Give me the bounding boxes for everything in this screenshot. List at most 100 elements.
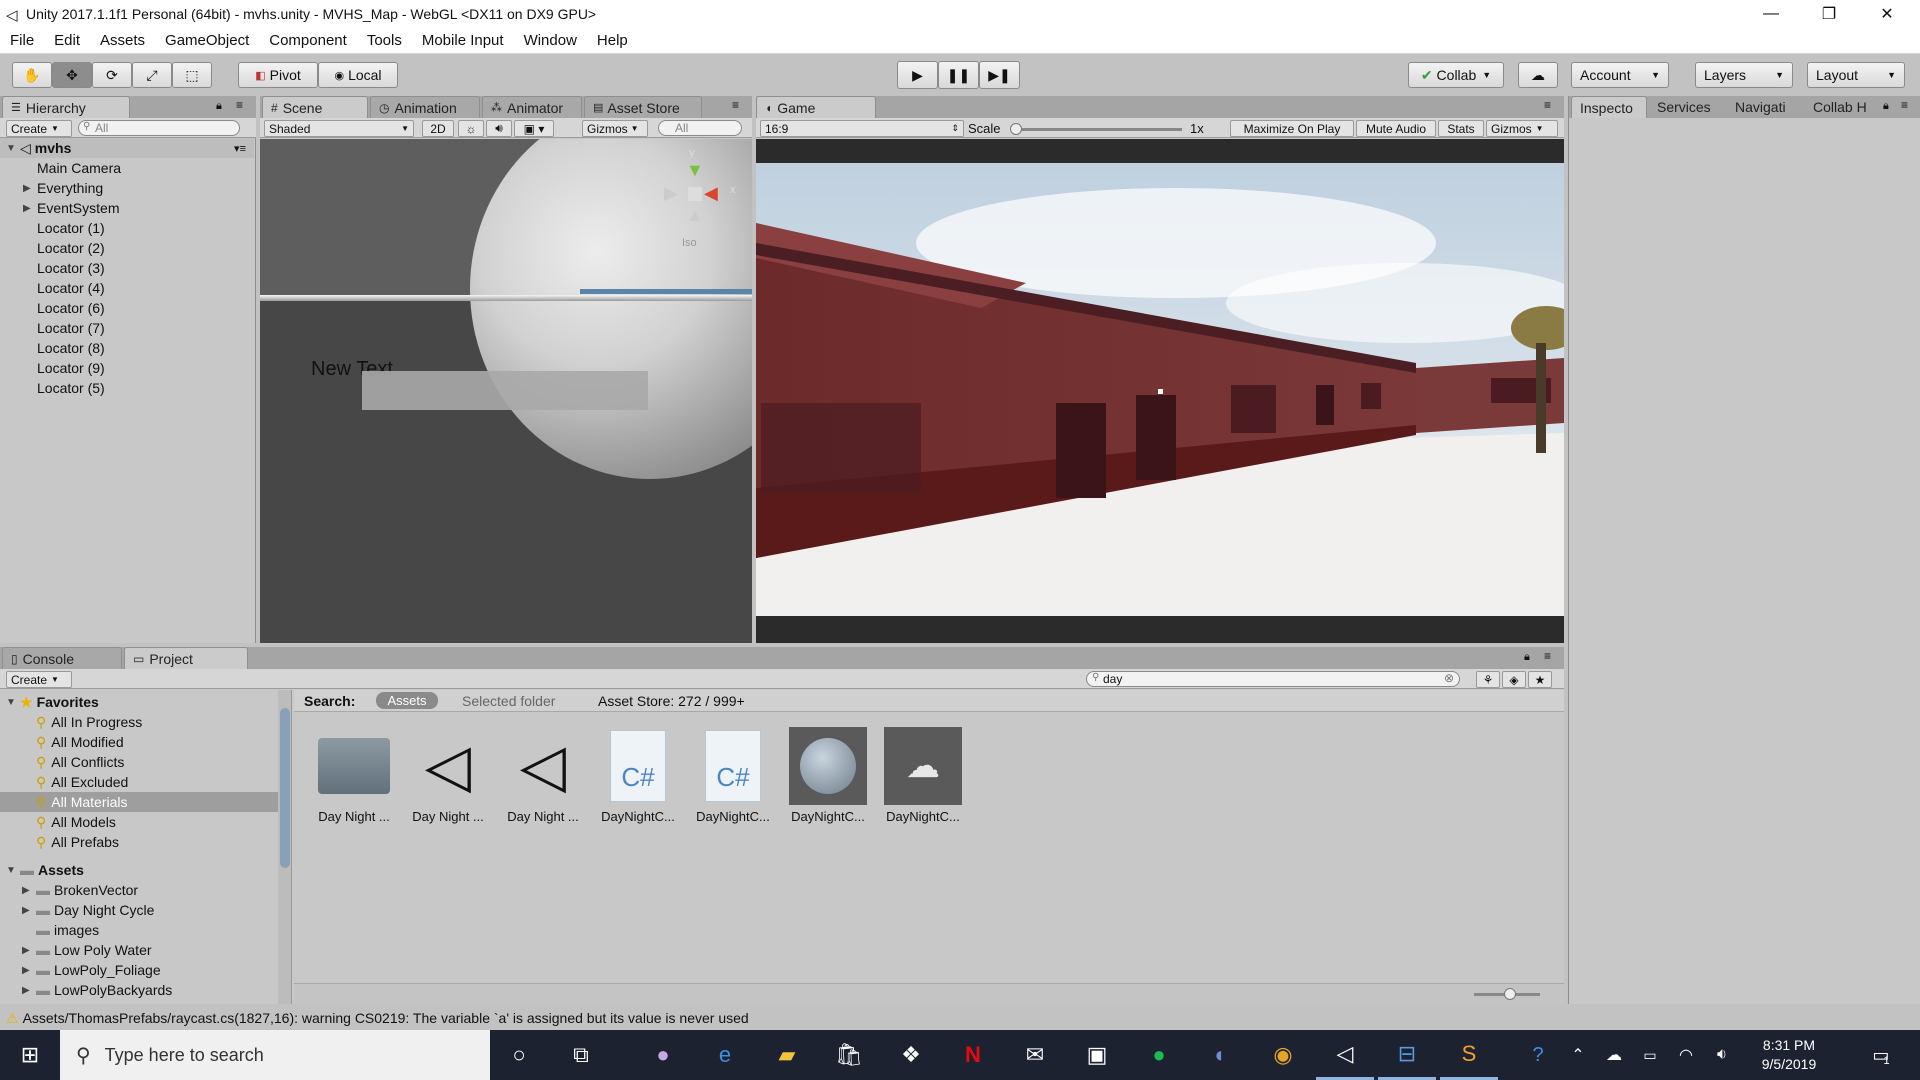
tab-services[interactable]: Services — [1649, 96, 1725, 118]
rect-tool-button[interactable]: ⬚ — [172, 62, 212, 88]
hierarchy-create-button[interactable]: Create ▼ — [6, 120, 72, 137]
asset-item[interactable]: DayNightC... — [784, 727, 872, 824]
triangle-right-icon[interactable]: ▶ — [22, 945, 36, 956]
toggle-2d-button[interactable]: 2D — [422, 120, 454, 137]
scope-folder-button[interactable]: Selected folder — [462, 693, 555, 709]
assets-folder[interactable]: ▶ ▬ LowPoly_Foliage — [22, 960, 161, 980]
asset-store-count[interactable]: Asset Store: 272 / 999+ — [598, 693, 745, 709]
aspect-select[interactable]: 16:9 ⇕ — [760, 120, 964, 137]
panel-menu-icon[interactable]: ≡ — [1544, 98, 1551, 112]
spotify-icon[interactable]: ● — [1130, 1030, 1188, 1080]
menu-file[interactable]: File — [0, 32, 44, 49]
hierarchy-item[interactable]: Locator (3) — [0, 258, 254, 278]
assets-folder[interactable]: ▶ ▬ Day Night Cycle — [22, 900, 154, 920]
lock-icon[interactable]: 🔒︎ — [1883, 100, 1889, 113]
notification-icon[interactable]: ▭ 1 — [1852, 1030, 1910, 1080]
network-app-icon[interactable]: ⊟ — [1378, 1030, 1436, 1080]
favorites-item[interactable]: ⚲ All Models — [36, 812, 116, 832]
cortana-icon[interactable]: ○ — [490, 1030, 548, 1080]
favorites-item[interactable]: ⚲ All Excluded — [36, 772, 128, 792]
iso-label[interactable]: Iso — [682, 237, 697, 249]
help-icon[interactable]: ? — [1518, 1030, 1558, 1080]
asset-item[interactable]: C# DayNightC... — [594, 727, 682, 824]
scale-slider-track[interactable] — [1012, 128, 1182, 131]
lock-icon[interactable]: 🔒︎ — [1524, 651, 1530, 664]
scene-root-row[interactable]: ▼ ◁ mvhs ▾≡ — [0, 138, 254, 158]
discord-icon[interactable]: ◐ — [1192, 1030, 1250, 1080]
netflix-icon[interactable]: N — [944, 1030, 1002, 1080]
hierarchy-item[interactable]: Locator (6) — [0, 298, 254, 318]
scene-gizmos-button[interactable]: Gizmos ▼ — [582, 120, 648, 137]
tab-animator[interactable]: ⁂ Animator — [482, 96, 582, 118]
move-tool-button[interactable]: ✥ — [52, 62, 92, 88]
triangle-right-icon[interactable]: ▶ — [22, 885, 36, 896]
tab-navigation[interactable]: Navigati — [1727, 96, 1803, 118]
hierarchy-item[interactable]: Locator (8) — [0, 338, 254, 358]
triangle-down-icon[interactable]: ▼ — [6, 865, 20, 876]
triangle-right-icon[interactable]: ▶ — [22, 965, 36, 976]
scale-tool-button[interactable]: ⤢ — [132, 62, 172, 88]
collab-button[interactable]: ✔ Collab ▼ — [1408, 62, 1504, 88]
volume-icon[interactable]: 🔉︎ — [1704, 1030, 1740, 1080]
tab-console[interactable]: ▯ Console — [2, 647, 122, 669]
windows-start-icon[interactable]: ⊞ — [0, 1030, 60, 1080]
assets-folder[interactable]: ▶ ▬ Low Poly Water — [22, 940, 152, 960]
hierarchy-item[interactable]: Locator (7) — [0, 318, 254, 338]
assets-header[interactable]: ▼ ▬ Assets — [6, 860, 84, 880]
asset-item[interactable]: C# DayNightC... — [689, 727, 777, 824]
minimize-icon[interactable]: — — [1742, 0, 1800, 28]
tab-game[interactable]: ◖ Game — [756, 96, 876, 118]
taskbar-search-input[interactable]: ⚲ Type here to search — [60, 1030, 490, 1080]
favorites-item[interactable]: ⚲ All Modified — [36, 732, 124, 752]
shading-mode-select[interactable]: Shaded ▼ — [264, 120, 414, 137]
panel-menu-icon[interactable]: ≡ — [1901, 98, 1908, 112]
triangle-right-icon[interactable]: ▶ — [22, 985, 36, 996]
wifi-icon[interactable]: ◠ — [1668, 1030, 1704, 1080]
status-bar[interactable]: ⚠ Assets/ThomasPrefabs/raycast.cs(1827,1… — [0, 1006, 1920, 1030]
close-icon[interactable]: ✕ — [1858, 0, 1916, 28]
menu-tools[interactable]: Tools — [357, 32, 412, 49]
favorites-item[interactable]: ⚲ All Conflicts — [36, 752, 124, 772]
layers-button[interactable]: Layers ▼ — [1695, 62, 1793, 88]
step-button[interactable]: ▶❚ — [979, 61, 1020, 89]
effects-toggle[interactable]: ▣ ▾ — [514, 120, 554, 137]
game-viewport[interactable] — [756, 139, 1564, 643]
triangle-down-icon[interactable]: ▼ — [6, 697, 20, 708]
hand-tool-button[interactable]: ✋ — [12, 62, 52, 88]
stats-toggle[interactable]: Stats — [1438, 120, 1484, 137]
assets-folder[interactable]: ▶ ▬ BrokenVector — [22, 880, 138, 900]
assets-folder[interactable]: ▶ ▬ LowPolyBackyards — [22, 980, 172, 1000]
account-button[interactable]: Account ▼ — [1571, 62, 1669, 88]
hierarchy-item[interactable]: ▶ Everything — [0, 178, 254, 198]
tab-scene[interactable]: # Scene — [262, 96, 368, 118]
menu-assets[interactable]: Assets — [90, 32, 155, 49]
favorites-item[interactable]: ⚲ All Prefabs — [36, 832, 119, 852]
filter-by-label-button[interactable]: ◈ — [1502, 671, 1526, 688]
hierarchy-search-input[interactable]: All — [78, 120, 240, 136]
menu-window[interactable]: Window — [514, 32, 587, 49]
pause-button[interactable]: ❚❚ — [938, 61, 979, 89]
rotate-tool-button[interactable]: ⟳ — [92, 62, 132, 88]
onedrive-icon[interactable]: ☁ — [1596, 1030, 1632, 1080]
filter-by-type-button[interactable]: ⚘ — [1476, 671, 1500, 688]
restore-icon[interactable]: ❐ — [1800, 0, 1858, 28]
menu-component[interactable]: Component — [259, 32, 357, 49]
hierarchy-item[interactable]: Locator (4) — [0, 278, 254, 298]
cloud-button[interactable]: ☁ — [1518, 62, 1558, 88]
sublime-icon[interactable]: S — [1440, 1030, 1498, 1080]
scene-menu-icon[interactable]: ▾≡ — [234, 142, 246, 155]
tab-collab-history[interactable]: Collab H — [1805, 96, 1881, 118]
scale-slider-handle[interactable] — [1010, 123, 1022, 135]
tree-scrollbar[interactable] — [278, 690, 291, 1004]
lock-icon[interactable]: 🔒︎ — [216, 100, 222, 113]
pivot-button[interactable]: ◧ Pivot — [238, 62, 318, 88]
tab-inspector[interactable]: Inspecto — [1571, 96, 1647, 118]
hierarchy-item[interactable]: Main Camera — [0, 158, 254, 178]
file-explorer-icon[interactable]: ▰ — [758, 1030, 816, 1080]
unity-taskbar-icon[interactable]: ◁ — [1316, 1030, 1374, 1080]
favorites-item[interactable]: ⚲ All In Progress — [36, 712, 142, 732]
mute-audio-toggle[interactable]: Mute Audio — [1356, 120, 1436, 137]
hierarchy-item[interactable]: ▶ EventSystem — [0, 198, 254, 218]
chevron-up-icon[interactable]: ⌃ — [1560, 1030, 1596, 1080]
panel-menu-icon[interactable]: ≡ — [1544, 649, 1551, 663]
